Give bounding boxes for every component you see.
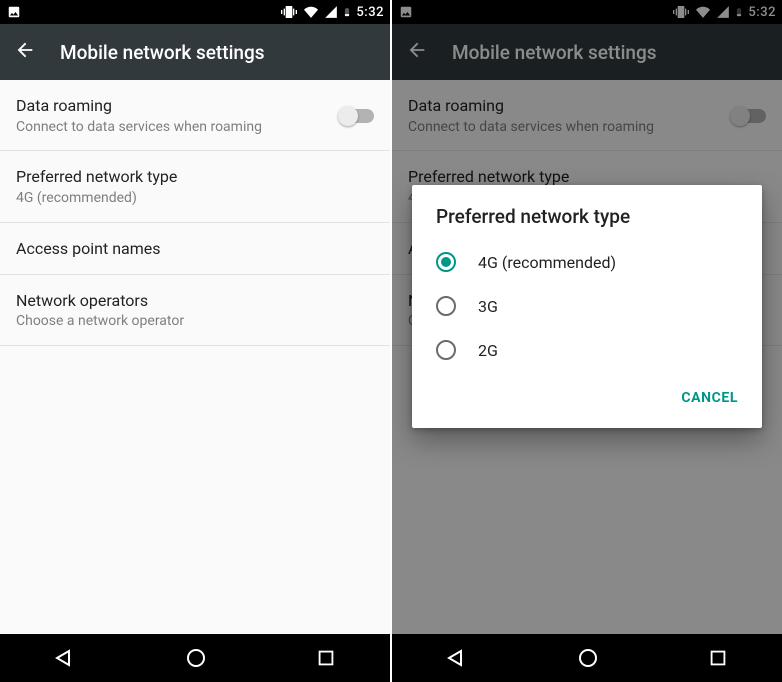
nav-home-icon[interactable] (576, 646, 600, 670)
dialog-title: Preferred network type (412, 185, 762, 240)
app-bar: Mobile network settings (0, 24, 390, 80)
radio-icon (436, 340, 456, 360)
option-label: 4G (recommended) (478, 253, 616, 272)
status-clock: 5:32 (356, 5, 384, 20)
settings-list: Data roaming Connect to data services wh… (0, 80, 390, 634)
row-network-operators[interactable]: Network operators Choose a network opera… (0, 275, 390, 346)
row-data-roaming[interactable]: Data roaming Connect to data services wh… (0, 80, 390, 151)
status-bar: 5:32 (0, 0, 390, 24)
cancel-button[interactable]: CANCEL (669, 382, 750, 414)
nav-recents-icon[interactable] (707, 647, 729, 669)
nav-back-icon[interactable] (445, 646, 469, 670)
dialog-actions: CANCEL (412, 372, 762, 422)
option-3g[interactable]: 3G (412, 284, 762, 328)
row-title: Network operators (16, 290, 374, 312)
back-icon[interactable] (14, 39, 36, 65)
option-label: 3G (478, 297, 498, 316)
row-subtitle: Connect to data services when roaming (16, 118, 338, 137)
battery-icon (342, 4, 352, 20)
row-subtitle: Choose a network operator (16, 312, 374, 331)
nav-recents-icon[interactable] (315, 647, 337, 669)
data-roaming-switch[interactable] (338, 106, 374, 126)
row-subtitle: 4G (recommended) (16, 189, 374, 208)
option-label: 2G (478, 341, 498, 360)
navigation-bar (0, 634, 390, 682)
row-title: Preferred network type (16, 166, 374, 188)
option-4g[interactable]: 4G (recommended) (412, 240, 762, 284)
signal-icon (324, 5, 338, 19)
nav-back-icon[interactable] (53, 646, 77, 670)
row-title: Data roaming (16, 95, 338, 117)
radio-icon (436, 296, 456, 316)
screen-left: 5:32 Mobile network settings Data roamin… (0, 0, 390, 682)
nav-home-icon[interactable] (184, 646, 208, 670)
row-apn[interactable]: Access point names (0, 223, 390, 275)
navigation-bar (392, 634, 782, 682)
preferred-network-dialog: Preferred network type 4G (recommended) … (412, 185, 762, 428)
wifi-icon (302, 5, 320, 19)
row-preferred-network[interactable]: Preferred network type 4G (recommended) (0, 151, 390, 222)
radio-icon (436, 252, 456, 272)
row-title: Access point names (16, 238, 374, 260)
screen-right: 5:32 Mobile network settings Data roamin… (392, 0, 782, 682)
vibrate-icon (280, 4, 298, 20)
page-title: Mobile network settings (60, 41, 265, 64)
picture-icon (6, 5, 22, 19)
option-2g[interactable]: 2G (412, 328, 762, 372)
